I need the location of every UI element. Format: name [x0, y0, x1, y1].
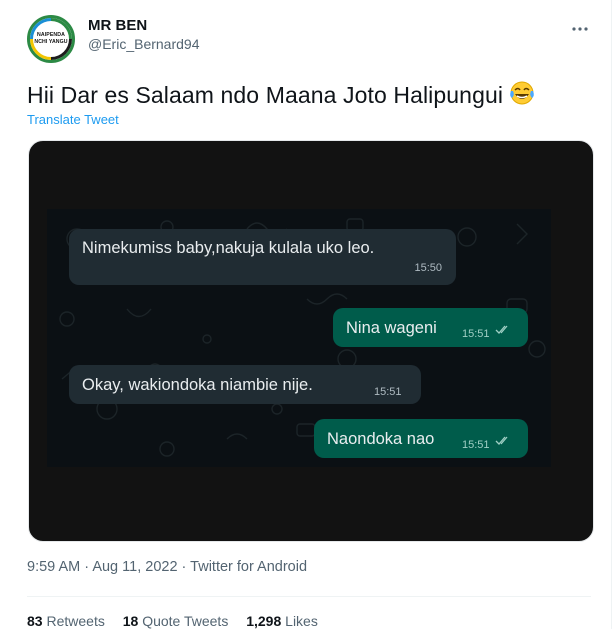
likes-label: Likes: [285, 613, 318, 629]
tweet-stats: 83 Retweets 18 Quote Tweets 1,298 Likes: [27, 613, 332, 629]
chat-message-incoming: Nimekumiss baby,nakuja kulala uko leo. 1…: [69, 229, 456, 285]
message-text: Nimekumiss baby,nakuja kulala uko leo.: [82, 239, 375, 257]
tweet-header: NAIPENDA NCHI YANGU MR BEN @Eric_Bernard…: [27, 13, 595, 65]
message-text: Nina wageni: [346, 319, 437, 337]
avatar[interactable]: NAIPENDA NCHI YANGU: [27, 15, 75, 63]
message-text: Naondoka nao: [327, 430, 435, 448]
more-options-button[interactable]: [565, 17, 595, 41]
message-time: 15:51: [462, 328, 490, 340]
quote-tweets-count: 18: [122, 613, 139, 629]
retweets-stat[interactable]: 83 Retweets: [27, 613, 105, 629]
meta-separator: ·: [84, 559, 90, 575]
read-ticks-icon: [495, 325, 508, 334]
chat-message-incoming: Okay, wakiondoka niambie nije. 15:51: [69, 365, 421, 404]
tweet-body: Hii Dar es Salaam ndo Maana Joto Halipun…: [27, 80, 535, 113]
read-ticks-icon: [495, 436, 508, 445]
avatar-logo-text: NAIPENDA: [37, 32, 65, 38]
user-handle[interactable]: @Eric_Bernard94: [88, 35, 200, 54]
likes-stat[interactable]: 1,298 Likes: [246, 613, 318, 629]
message-text: Okay, wakiondoka niambie nije.: [82, 376, 313, 394]
message-time: 15:51: [374, 386, 402, 398]
message-time: 15:51: [462, 439, 490, 451]
tweet-text: Hii Dar es Salaam ndo Maana Joto Halipun…: [27, 82, 504, 108]
timeline-border: [611, 0, 612, 629]
chat-message-outgoing: Naondoka nao 15:51: [314, 419, 528, 458]
author-names: MR BEN @Eric_Bernard94: [88, 16, 200, 54]
avatar-logo-text: NCHI YANGU: [34, 39, 68, 45]
tweet-metadata: 9:59 AM · Aug 11, 2022 · Twitter for And…: [27, 559, 307, 575]
retweets-count: 83: [27, 613, 43, 629]
tweet-date[interactable]: Aug 11, 2022: [92, 559, 177, 575]
tweet-source: Twitter for Android: [190, 559, 308, 575]
more-dots-icon: [572, 27, 588, 31]
display-name[interactable]: MR BEN: [88, 16, 200, 35]
message-time: 15:50: [414, 262, 442, 274]
meta-separator: ·: [181, 559, 187, 575]
retweets-label: Retweets: [46, 613, 105, 629]
chat-screenshot: Nimekumiss baby,nakuja kulala uko leo. 1…: [47, 209, 551, 467]
tears-of-joy-emoji-icon: [509, 80, 535, 113]
tweet-time[interactable]: 9:59 AM: [27, 559, 80, 575]
quote-tweets-stat[interactable]: 18 Quote Tweets: [123, 613, 229, 629]
tweet-media-image[interactable]: Nimekumiss baby,nakuja kulala uko leo. 1…: [28, 140, 594, 542]
quote-tweets-label: Quote Tweets: [142, 613, 229, 629]
likes-count: 1,298: [246, 613, 282, 629]
divider: [27, 596, 591, 597]
translate-tweet-link[interactable]: Translate Tweet: [27, 112, 119, 127]
chat-message-outgoing: Nina wageni 15:51: [333, 308, 528, 347]
